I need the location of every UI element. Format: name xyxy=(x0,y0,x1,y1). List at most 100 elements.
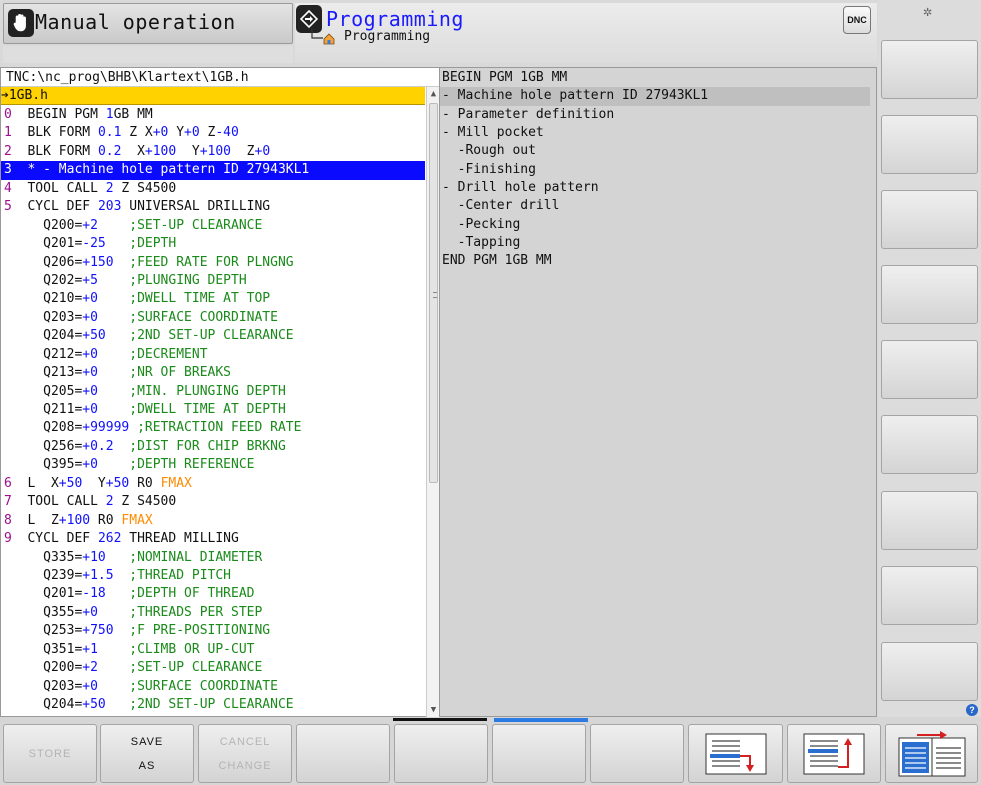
program-line[interactable]: Q256=+0.2 ;DIST FOR CHIP BRKNG xyxy=(1,438,425,456)
structure-item[interactable]: BEGIN PGM 1GB MM xyxy=(440,69,876,87)
vertical-softkey-2[interactable] xyxy=(881,115,978,174)
program-line[interactable]: Q351=+1 ;CLIMB OR UP-CUT xyxy=(1,641,425,659)
line-text: CYCL DEF 262 THREAD MILLING xyxy=(27,531,239,547)
scroll-up-icon[interactable]: ▲ xyxy=(427,87,440,101)
program-line[interactable]: 3 * - Machine hole pattern ID 27943KL1 xyxy=(1,161,425,180)
program-line[interactable]: Q213=+0 ;NR OF BREAKS xyxy=(1,364,425,382)
help-icon[interactable]: ? xyxy=(966,704,978,716)
line-text: CYCL DEF 203 UNIVERSAL DRILLING xyxy=(27,199,271,215)
vertical-softkey-8[interactable] xyxy=(881,566,978,625)
structure-item[interactable]: - Machine hole pattern ID 27943KL1 xyxy=(440,87,870,106)
editor-scrollbar[interactable]: ▲ ▼ xyxy=(426,87,439,717)
program-line[interactable]: 4 TOOL CALL 2 Z S4500 xyxy=(1,180,425,198)
line-number xyxy=(4,660,12,675)
line-text: Q239=+1.5 ;THREAD PITCH xyxy=(27,567,231,583)
program-line[interactable]: 0 BEGIN PGM 1GB MM xyxy=(1,106,425,124)
structure-item[interactable]: -Center drill xyxy=(440,197,876,215)
program-line[interactable]: Q202=+5 ;PLUNGING DEPTH xyxy=(1,272,425,290)
program-lines[interactable]: 0 BEGIN PGM 1GB MM 1 BLK FORM 0.1 Z X+0 Y… xyxy=(1,106,425,716)
program-line[interactable]: Q355=+0 ;THREADS PER STEP xyxy=(1,604,425,622)
line-text: Q211=+0 ;DWELL TIME AT DEPTH xyxy=(27,402,286,417)
settings-icon[interactable]: ✲ xyxy=(923,2,932,20)
program-line[interactable]: Q203=+0 ;SURFACE COORDINATE xyxy=(1,309,425,327)
program-line[interactable]: Q253=+750 ;F PRE-POSITIONING xyxy=(1,622,425,640)
program-line[interactable]: 2 BLK FORM 0.2 X+100 Y+100 Z+0 xyxy=(1,143,425,161)
line-number: 4 xyxy=(4,180,12,196)
program-line[interactable]: 6 L X+50 Y+50 R0 FMAX xyxy=(1,475,425,493)
line-text: BLK FORM 0.2 X+100 Y+100 Z+0 xyxy=(27,143,271,159)
vertical-softkey-5[interactable] xyxy=(881,340,978,399)
program-line[interactable]: 7 TOOL CALL 2 Z S4500 xyxy=(1,493,425,511)
program-line[interactable]: Q200=+2 ;SET-UP CLEARANCE xyxy=(1,659,425,677)
dnc-icon[interactable]: DNC xyxy=(843,6,871,34)
softkey-page-indicator-active xyxy=(494,718,588,722)
structure-item[interactable]: - Parameter definition xyxy=(440,106,876,124)
structure-item[interactable]: -Tapping xyxy=(440,234,876,252)
program-structure[interactable]: BEGIN PGM 1GB MM - Machine hole pattern I… xyxy=(440,67,877,717)
scroll-down-icon[interactable]: ▼ xyxy=(427,703,440,717)
program-line[interactable]: Q201=-25 ;DEPTH xyxy=(1,235,425,253)
program-line[interactable]: 8 L Z+100 R0 FMAX xyxy=(1,512,425,530)
program-line[interactable]: Q205=+0 ;MIN. PLUNGING DEPTH xyxy=(1,383,425,401)
program-line[interactable]: Q210=+0 ;DWELL TIME AT TOP xyxy=(1,290,425,308)
line-number: 0 xyxy=(4,107,12,122)
store-button[interactable]: STORE xyxy=(3,724,97,783)
vertical-softkey-9[interactable] xyxy=(881,642,978,701)
line-number: 2 xyxy=(4,143,12,159)
structure-item[interactable]: - Drill hole pattern xyxy=(440,179,876,197)
line-number xyxy=(4,328,12,343)
vertical-softkey-1[interactable] xyxy=(881,40,978,99)
vertical-softkey-6[interactable] xyxy=(881,415,978,474)
line-text: * - Machine hole pattern ID 27943KL1 xyxy=(27,162,310,178)
program-line[interactable]: Q203=+0 ;SURFACE COORDINATE xyxy=(1,678,425,696)
softkey-empty-2[interactable] xyxy=(394,724,488,783)
program-line[interactable]: Q239=+1.5 ;THREAD PITCH xyxy=(1,567,425,585)
block-down-icon xyxy=(705,733,766,774)
program-line[interactable]: Q212=+0 ;DECREMENT xyxy=(1,346,425,364)
structure-item[interactable]: - Mill pocket xyxy=(440,124,876,142)
vertical-softkey-3[interactable] xyxy=(881,190,978,249)
structure-item[interactable]: -Finishing xyxy=(440,161,876,179)
scrollbar-thumb[interactable] xyxy=(429,103,438,483)
program-line[interactable]: Q200=+2 ;SET-UP CLEARANCE xyxy=(1,217,425,235)
cancel-change-button[interactable]: CANCEL CHANGE xyxy=(198,724,292,783)
program-line[interactable]: Q208=+99999 ;RETRACTION FEED RATE xyxy=(1,419,425,437)
softkey-empty-1[interactable] xyxy=(296,724,390,783)
file-name-bar: ➔1GB.h xyxy=(1,87,425,105)
line-text: Q335=+10 ;NOMINAL DIAMETER xyxy=(27,549,263,565)
line-text: Q203=+0 ;SURFACE COORDINATE xyxy=(27,309,278,325)
file-path: TNC:\nc_prog\BHB\Klartext\1GB.h xyxy=(1,68,439,87)
program-line[interactable]: Q211=+0 ;DWELL TIME AT DEPTH xyxy=(1,401,425,419)
line-text: TOOL CALL 2 Z S4500 xyxy=(27,180,177,196)
program-line[interactable]: 1 BLK FORM 0.1 Z X+0 Y+0 Z-40 xyxy=(1,124,425,142)
split-screen-button[interactable] xyxy=(885,724,978,783)
save-as-label-2: AS xyxy=(138,759,156,772)
program-line[interactable]: Q395=+0 ;DEPTH REFERENCE xyxy=(1,456,425,474)
softkey-empty-3[interactable] xyxy=(492,724,586,783)
hand-icon xyxy=(8,9,34,37)
structure-item[interactable]: -Rough out xyxy=(440,142,876,160)
structure-item[interactable]: END PGM 1GB MM xyxy=(440,252,876,270)
mode-manual-operation[interactable]: Manual operation xyxy=(3,3,293,44)
line-number xyxy=(4,586,12,601)
block-up-button[interactable] xyxy=(787,724,881,783)
save-as-button[interactable]: SAVE AS xyxy=(100,724,194,783)
line-number xyxy=(4,236,12,251)
vertical-softkey-4[interactable] xyxy=(881,265,978,324)
program-line[interactable]: 5 CYCL DEF 203 UNIVERSAL DRILLING xyxy=(1,198,425,216)
program-line[interactable]: Q204=+50 ;2ND SET-UP CLEARANCE xyxy=(1,696,425,714)
line-number: 8 xyxy=(4,512,12,528)
program-line[interactable]: 9 CYCL DEF 262 THREAD MILLING xyxy=(1,530,425,548)
program-line[interactable]: Q204=+50 ;2ND SET-UP CLEARANCE xyxy=(1,327,425,345)
program-line[interactable]: Q201=-18 ;DEPTH OF THREAD xyxy=(1,585,425,603)
program-line[interactable]: Q206=+150 ;FEED RATE FOR PLNGNG xyxy=(1,254,425,272)
structure-item[interactable]: -Pecking xyxy=(440,216,876,234)
line-number: 7 xyxy=(4,494,12,510)
program-line[interactable]: Q335=+10 ;NOMINAL DIAMETER xyxy=(1,549,425,567)
block-down-button[interactable] xyxy=(688,724,783,783)
line-number xyxy=(4,273,12,288)
program-editor[interactable]: TNC:\nc_prog\BHB\Klartext\1GB.h ➔1GB.h 0… xyxy=(0,67,440,717)
softkey-empty-4[interactable] xyxy=(590,724,684,783)
line-text: Q256=+0.2 ;DIST FOR CHIP BRKNG xyxy=(27,438,286,454)
vertical-softkey-7[interactable] xyxy=(881,491,978,550)
